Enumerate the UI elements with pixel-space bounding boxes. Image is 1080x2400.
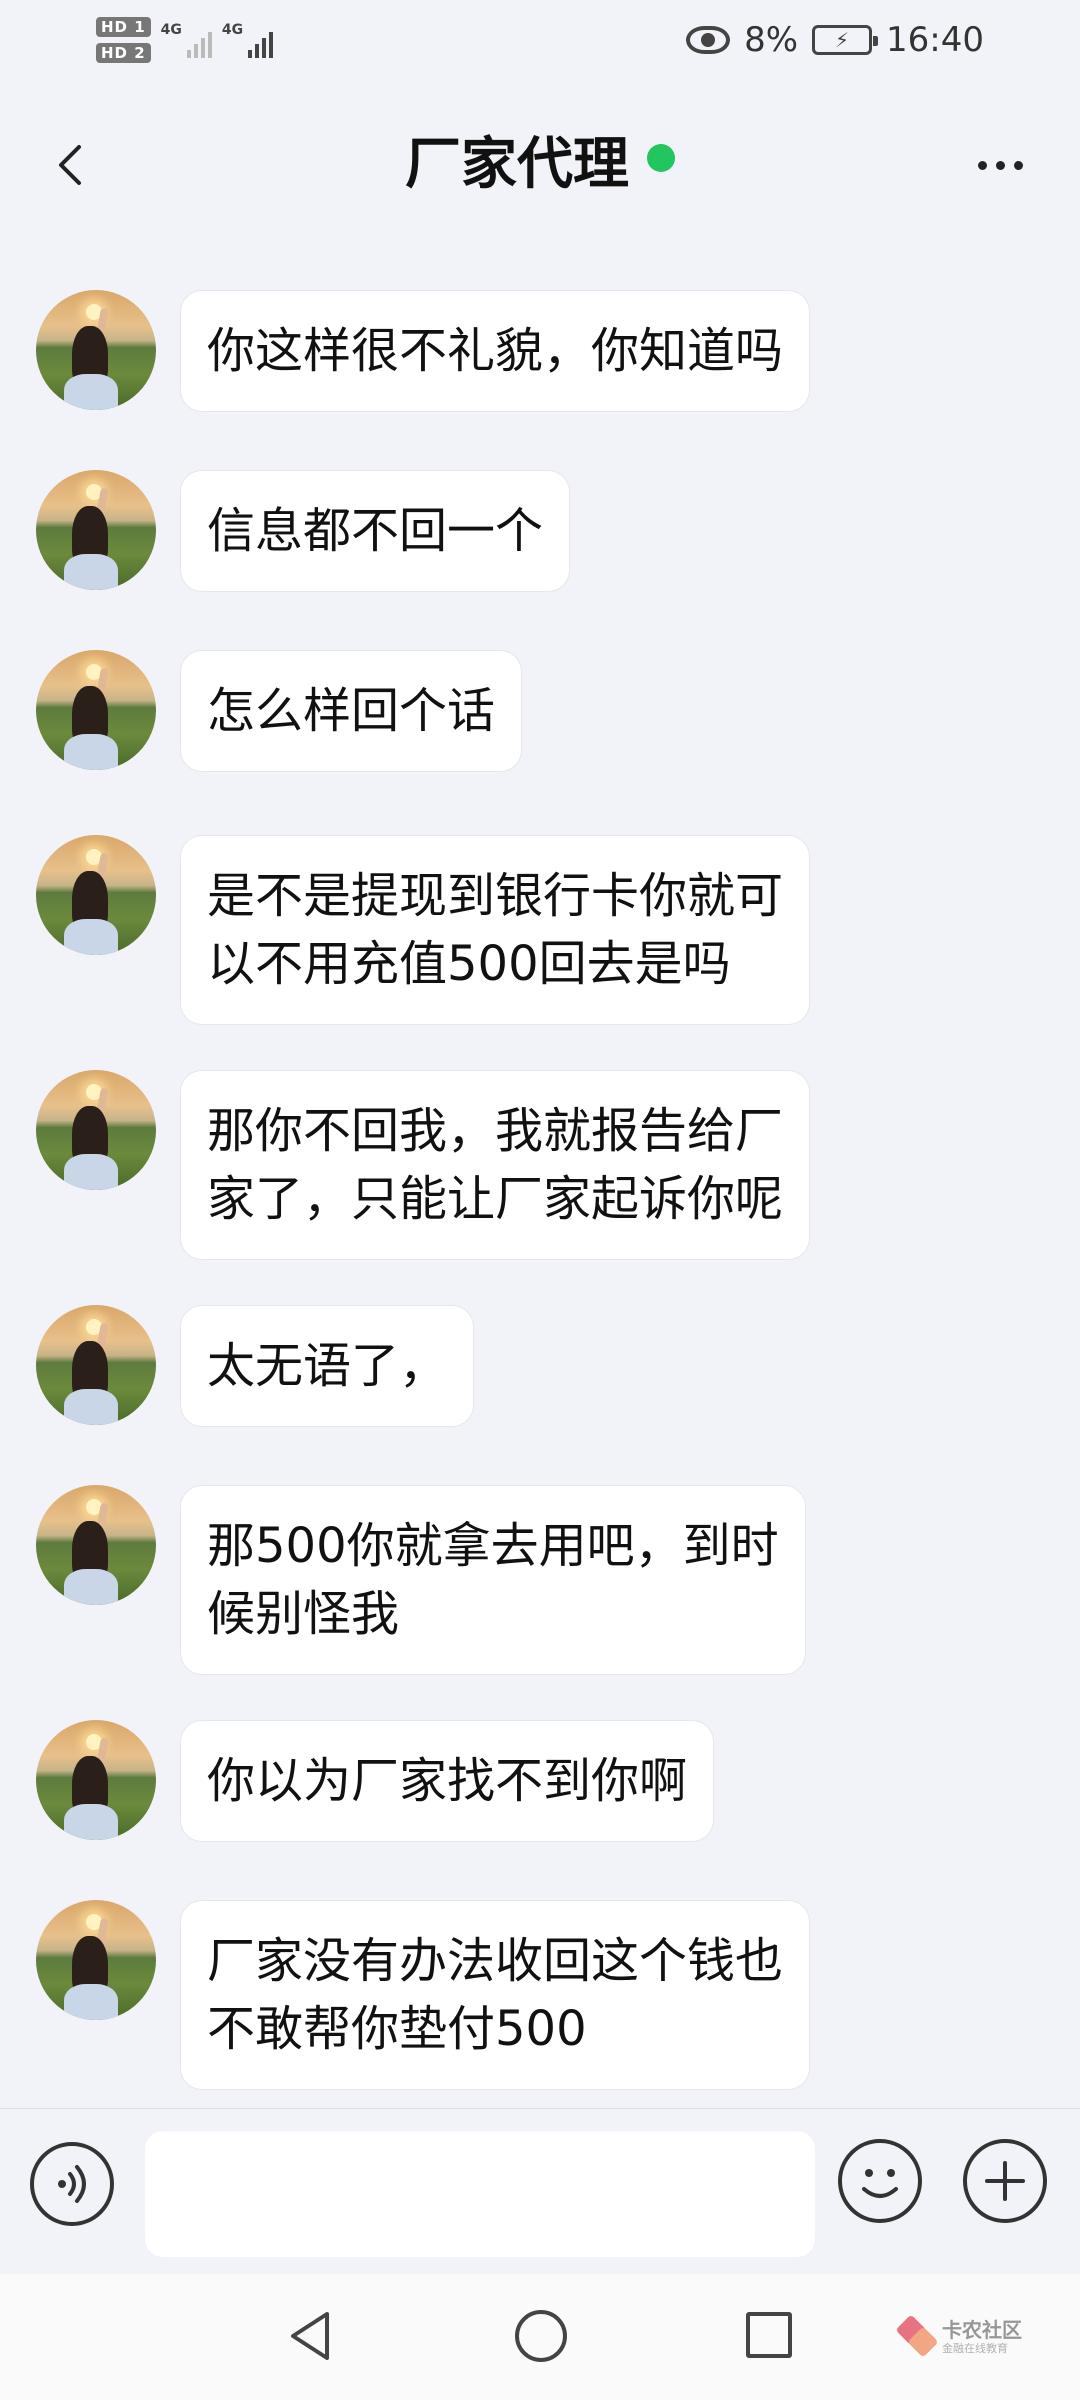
watermark-title: 卡农社区 <box>942 2318 1022 2342</box>
message-bubble[interactable]: 是不是提现到银行卡你就可 以不用充值500回去是吗 <box>180 835 811 1025</box>
status-bar: HD 1 HD 2 4G 4G 8% ⚡ 16:40 <box>0 0 1080 80</box>
watermark-logo-icon <box>900 2319 936 2355</box>
message-bubble[interactable]: 信息都不回一个 <box>180 470 571 592</box>
sim1-badge: HD 1 <box>96 17 151 37</box>
message-input[interactable] <box>145 2131 815 2257</box>
nav-back-icon[interactable] <box>285 2308 335 2364</box>
message-bubble[interactable]: 怎么样回个话 <box>180 650 523 772</box>
input-bar <box>0 2108 1080 2274</box>
chat-title: 厂家代理 <box>405 132 629 197</box>
emoji-icon <box>862 2169 898 2198</box>
message-bubble[interactable]: 那你不回我，我就报告给厂 家了，只能让厂家起诉你呢 <box>180 1070 811 1260</box>
watermark-subtitle: 金融在线教育 <box>942 2342 1008 2355</box>
chat-title-wrap: 厂家代理 <box>0 130 1080 200</box>
clock: 16:40 <box>886 20 984 60</box>
message-bubble[interactable]: 厂家没有办法收回这个钱也 不敢帮你垫付500 <box>180 1900 811 2090</box>
eye-comfort-icon <box>686 26 731 54</box>
online-status-dot <box>647 143 675 172</box>
avatar[interactable] <box>36 470 156 590</box>
nav-home-icon[interactable] <box>515 2310 567 2362</box>
voice-button[interactable] <box>30 2142 114 2226</box>
sim-indicators: HD 1 HD 2 <box>96 17 151 63</box>
avatar[interactable] <box>36 1070 156 1190</box>
network-label-1: 4G <box>160 22 182 38</box>
battery-percent: 8% <box>744 20 799 60</box>
plus-icon <box>985 2161 1025 2201</box>
avatar[interactable] <box>36 650 156 770</box>
avatar[interactable] <box>36 1305 156 1425</box>
signal-icon-2: 4G <box>221 22 274 58</box>
system-nav-bar: 卡农社区 金融在线教育 <box>0 2274 1080 2400</box>
avatar[interactable] <box>36 1900 156 2020</box>
nav-recent-icon[interactable] <box>746 2312 792 2358</box>
sim2-badge: HD 2 <box>96 43 151 63</box>
watermark: 卡农社区 金融在线教育 <box>900 2312 1022 2362</box>
message-bubble[interactable]: 那500你就拿去用吧，到时 候别怪我 <box>180 1485 806 1675</box>
emoji-button[interactable] <box>838 2139 922 2223</box>
status-left: HD 1 HD 2 4G 4G <box>96 10 274 70</box>
message-bubble[interactable]: 你这样很不礼貌，你知道吗 <box>180 290 811 412</box>
message-bubble[interactable]: 你以为厂家找不到你啊 <box>180 1720 715 1842</box>
avatar[interactable] <box>36 290 156 410</box>
more-button[interactable] <box>960 135 1040 195</box>
more-icon <box>977 160 987 170</box>
chat-header: 厂家代理 <box>0 100 1080 230</box>
plus-button[interactable] <box>963 2139 1047 2223</box>
status-right: 8% ⚡ 16:40 <box>686 0 984 80</box>
network-label-2: 4G <box>221 22 244 38</box>
voice-icon <box>58 2165 86 2203</box>
battery-charging-icon: ⚡ <box>812 25 879 55</box>
signal-icon-1: 4G <box>161 22 212 58</box>
avatar[interactable] <box>36 1485 156 1605</box>
avatar[interactable] <box>36 1720 156 1840</box>
message-bubble[interactable]: 太无语了， <box>180 1305 475 1427</box>
avatar[interactable] <box>36 835 156 955</box>
